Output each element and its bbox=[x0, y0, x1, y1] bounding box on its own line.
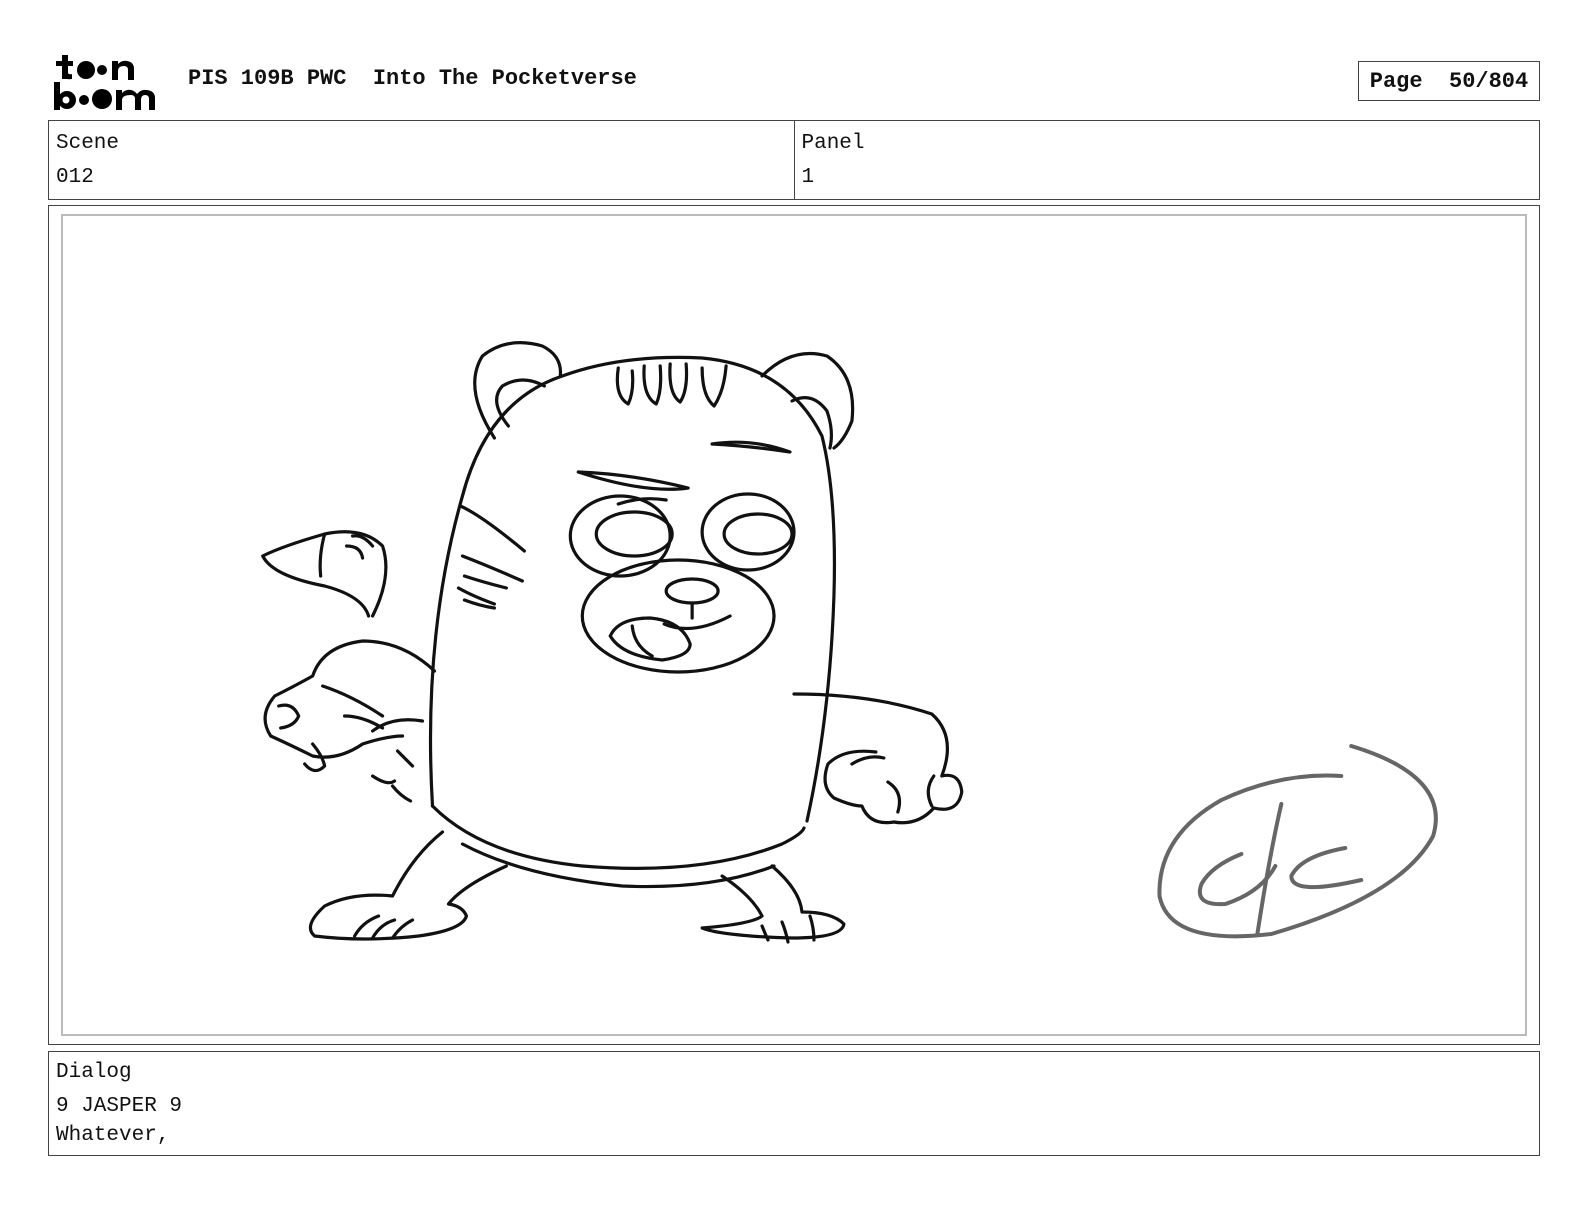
panel-value: 1 bbox=[801, 166, 815, 189]
dialog-label: Dialog bbox=[56, 1061, 132, 1084]
storyboard-panel-image bbox=[61, 214, 1527, 1036]
toon-boom-logo bbox=[54, 55, 155, 110]
dialog-section: Dialog 9 JASPER 9 Whatever, bbox=[48, 1051, 1540, 1156]
panel-label: Panel bbox=[801, 132, 865, 155]
scene-panel-info: Scene 012 Panel 1 bbox=[48, 120, 1540, 200]
storyboard-panel-frame bbox=[48, 205, 1540, 1045]
dialog-speaker: 9 JASPER 9 bbox=[56, 1095, 183, 1118]
scene-label: Scene bbox=[56, 132, 120, 155]
panel-cell: Panel 1 bbox=[793, 121, 1540, 199]
character-sketch bbox=[261, 341, 1438, 944]
page-indicator: Page 50/804 bbox=[1358, 61, 1540, 101]
production-title: PIS 109B PWC Into The Pocketverse bbox=[188, 66, 637, 91]
dialog-line: Whatever, bbox=[56, 1124, 170, 1147]
scene-cell: Scene 012 bbox=[49, 121, 794, 199]
scene-value: 012 bbox=[56, 166, 94, 189]
